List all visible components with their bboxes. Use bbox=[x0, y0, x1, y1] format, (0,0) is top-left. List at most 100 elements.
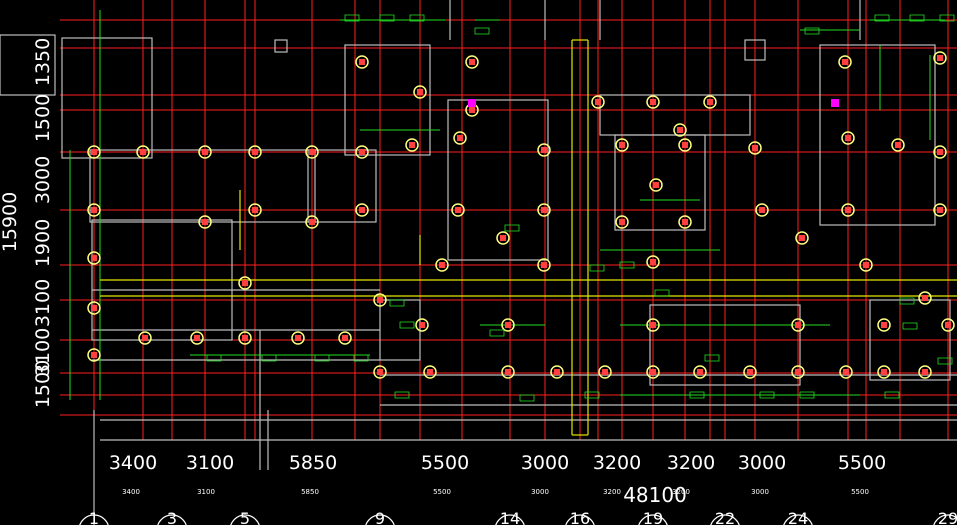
column-core bbox=[747, 369, 753, 375]
column-core bbox=[455, 207, 461, 213]
column-core bbox=[541, 207, 547, 213]
span-label-small: 5500 bbox=[851, 488, 869, 496]
column-core bbox=[309, 149, 315, 155]
overall-dimension: 48100 bbox=[623, 483, 687, 507]
bottom-dimension-row: 3400 3100 5850 5500 3000 3200 3200 3000 … bbox=[109, 452, 886, 474]
column-core bbox=[417, 89, 423, 95]
column-core bbox=[91, 305, 97, 311]
column-core bbox=[881, 322, 887, 328]
span-label: 5500 bbox=[838, 452, 886, 474]
column-core bbox=[439, 262, 445, 268]
span-label-small: 5850 bbox=[301, 488, 319, 496]
bottom-dimension-row-small: 3400 3100 5850 5500 3000 3200 3200 3000 … bbox=[122, 488, 869, 496]
column-core bbox=[359, 149, 365, 155]
column-core bbox=[845, 207, 851, 213]
axis-label: 19 bbox=[643, 509, 663, 525]
tag bbox=[504, 224, 520, 232]
axis-label: 3 bbox=[167, 509, 177, 525]
marker bbox=[831, 99, 839, 107]
column-core bbox=[843, 369, 849, 375]
column-core bbox=[469, 107, 475, 113]
column-core bbox=[881, 369, 887, 375]
span-label: 3100 bbox=[186, 452, 234, 474]
column-core bbox=[650, 259, 656, 265]
column-core bbox=[505, 322, 511, 328]
tag bbox=[489, 329, 505, 337]
column-core bbox=[295, 335, 301, 341]
left-dim: 1350 bbox=[32, 38, 54, 86]
column-core bbox=[799, 235, 805, 241]
column-core bbox=[202, 149, 208, 155]
column-core bbox=[342, 335, 348, 341]
axis-label: 9 bbox=[375, 509, 385, 525]
wall bbox=[819, 44, 936, 226]
span-label-small: 3200 bbox=[603, 488, 621, 496]
left-total-dimension: 15900 bbox=[0, 192, 21, 252]
span-label-small: 5500 bbox=[433, 488, 451, 496]
column-core bbox=[419, 322, 425, 328]
axis-label: 14 bbox=[500, 509, 520, 525]
column-core bbox=[194, 335, 200, 341]
tag bbox=[474, 27, 490, 35]
column-core bbox=[845, 135, 851, 141]
column-core bbox=[707, 99, 713, 105]
axis-label: 22 bbox=[715, 509, 735, 525]
span-label: 3200 bbox=[667, 452, 715, 474]
column-core bbox=[895, 142, 901, 148]
column-core bbox=[242, 280, 248, 286]
left-dimension-column: 15900 1500 3100 3100 1900 3000 1500 1350 bbox=[0, 38, 54, 408]
span-label-small: 3400 bbox=[122, 488, 140, 496]
column-core bbox=[842, 59, 848, 65]
wall bbox=[274, 39, 288, 53]
column-core bbox=[752, 145, 758, 151]
wall-outlines bbox=[0, 0, 957, 525]
column-core bbox=[469, 59, 475, 65]
column-core bbox=[795, 369, 801, 375]
column-core bbox=[309, 219, 315, 225]
span-label-small: 3000 bbox=[531, 488, 549, 496]
column-core bbox=[863, 262, 869, 268]
column-core bbox=[650, 322, 656, 328]
axis-label: 5 bbox=[240, 509, 250, 525]
column-core bbox=[91, 255, 97, 261]
tag bbox=[399, 321, 415, 329]
tag bbox=[899, 297, 915, 305]
span-label: 3000 bbox=[738, 452, 786, 474]
column-core bbox=[650, 99, 656, 105]
left-dim: 3100 bbox=[32, 279, 54, 327]
column-markers bbox=[87, 51, 955, 379]
column-core bbox=[619, 142, 625, 148]
highlight-lines bbox=[100, 39, 957, 436]
tag bbox=[704, 354, 720, 362]
column-core bbox=[922, 369, 928, 375]
column-core bbox=[242, 335, 248, 341]
column-core bbox=[653, 182, 659, 188]
column-core bbox=[937, 55, 943, 61]
column-core bbox=[541, 147, 547, 153]
column-core bbox=[602, 369, 608, 375]
left-dim: 1900 bbox=[32, 219, 54, 267]
column-core bbox=[697, 369, 703, 375]
tag bbox=[902, 322, 918, 330]
span-label-small: 3100 bbox=[197, 488, 215, 496]
column-core bbox=[682, 142, 688, 148]
axis-label: 16 bbox=[570, 509, 590, 525]
column-core bbox=[377, 369, 383, 375]
column-core bbox=[541, 262, 547, 268]
column-core bbox=[937, 149, 943, 155]
column-core bbox=[682, 219, 688, 225]
column-core bbox=[409, 142, 415, 148]
column-core bbox=[142, 335, 148, 341]
column-core bbox=[91, 207, 97, 213]
column-core bbox=[759, 207, 765, 213]
column-core bbox=[500, 235, 506, 241]
span-label: 5850 bbox=[289, 452, 337, 474]
span-label: 5500 bbox=[421, 452, 469, 474]
column-core bbox=[677, 127, 683, 133]
tag bbox=[389, 299, 405, 307]
wall bbox=[89, 149, 316, 223]
left-dim: 3000 bbox=[32, 156, 54, 204]
wall bbox=[379, 299, 421, 361]
tag bbox=[589, 264, 605, 272]
cad-drawing-canvas[interactable]: 3400 3100 5850 5500 3000 3200 3200 3000 … bbox=[0, 0, 957, 525]
